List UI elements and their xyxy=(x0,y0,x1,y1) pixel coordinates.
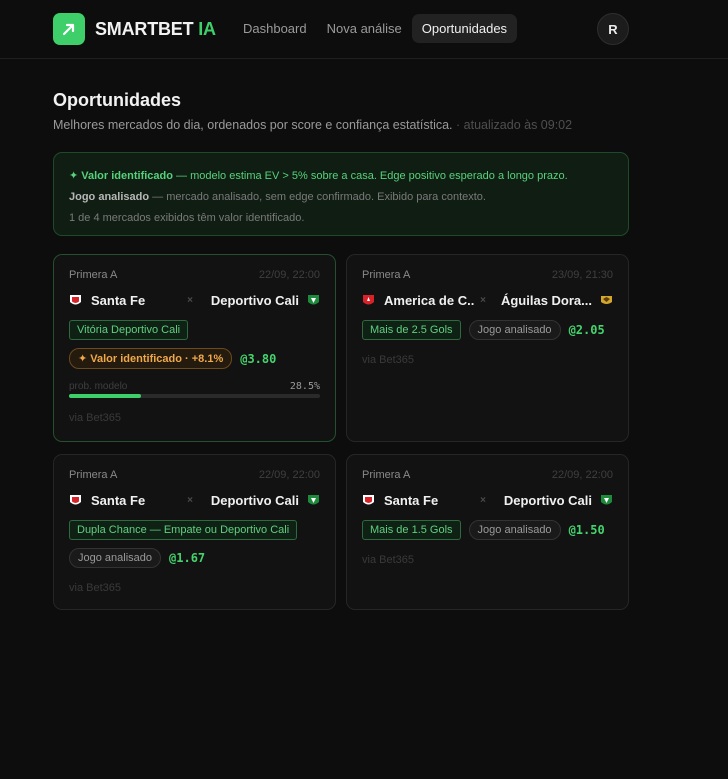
card-header: Primera A 22/09, 22:00 xyxy=(362,469,613,481)
odd-value: @3.80 xyxy=(240,351,277,366)
bookmaker-source: via Bet365 xyxy=(69,582,121,594)
match-date: 22/09, 22:00 xyxy=(258,269,320,281)
home-team: Santa Fe xyxy=(69,293,181,308)
santa-fe-crest-icon xyxy=(70,495,81,505)
info-value-text: — modelo estima EV > 5% sobre a casa. Ed… xyxy=(172,170,568,182)
nav-dashboard[interactable]: Dashboard xyxy=(233,14,317,43)
nav-nova-analise[interactable]: Nova análise xyxy=(317,14,412,43)
home-team-name: Santa Fe xyxy=(91,293,146,308)
analysed-badge: Jogo analisado xyxy=(69,548,162,568)
page-title: Oportunidades xyxy=(53,90,182,110)
analysed-badge: Jogo analisado xyxy=(468,520,561,540)
vs-separator: × xyxy=(480,495,486,506)
probability-row: prob. modelo 28.5% xyxy=(69,381,320,392)
analysed-badge: Jogo analisado xyxy=(468,320,561,340)
home-team: America de C... xyxy=(362,293,474,308)
market-tag: Mais de 2.5 Gols xyxy=(362,320,461,340)
match-date: 22/09, 22:00 xyxy=(551,469,613,481)
main-nav: Dashboard Nova análise Oportunidades xyxy=(233,14,518,43)
opportunity-card[interactable]: Primera A 22/09, 22:00 Santa Fe × Deport… xyxy=(346,454,629,610)
away-team-name: Águilas Dora... xyxy=(500,293,592,308)
home-team-name: America de C... xyxy=(384,293,474,308)
teams-row: Santa Fe × Deportivo Cali xyxy=(69,493,320,508)
vs-separator: × xyxy=(187,295,193,306)
top-bar: SMARTBET IA Dashboard Nova análise Oport… xyxy=(0,0,728,59)
card-header: Primera A 22/09, 22:00 xyxy=(69,469,320,481)
updated-time: · atualizado às 09:02 xyxy=(456,118,573,132)
card-header: Primera A 23/09, 21:30 xyxy=(362,269,613,281)
prob-label: prob. modelo xyxy=(69,381,128,392)
deportivo-cali-crest-icon xyxy=(308,295,319,305)
deportivo-cali-crest-icon xyxy=(601,495,612,505)
brand-main: SMARTBET xyxy=(95,19,194,39)
probability-bar xyxy=(69,394,320,398)
bookmaker-source: via Bet365 xyxy=(69,412,121,424)
avatar[interactable]: R xyxy=(597,13,629,45)
info-analysed-text: — mercado analisado, sem edge confirmado… xyxy=(149,191,486,203)
value-row: ✦ Valor identificado · +8.1% @3.80 xyxy=(69,348,320,369)
santa-fe-crest-icon xyxy=(70,295,81,305)
america-de-cali-crest-icon xyxy=(363,295,374,305)
opportunity-card[interactable]: Primera A 22/09, 22:00 Santa Fe × Deport… xyxy=(53,454,336,610)
away-team: Deportivo Cali xyxy=(199,493,320,508)
vs-separator: × xyxy=(187,495,193,506)
value-badge: ✦ Valor identificado · +8.1% xyxy=(69,348,233,369)
prob-percent: 28.5% xyxy=(289,381,320,392)
market-tag: Dupla Chance — Empate ou Deportivo Cali xyxy=(69,520,298,540)
bookmaker-source: via Bet365 xyxy=(362,354,414,366)
odd-value: @2.05 xyxy=(568,323,605,337)
away-team-name: Deportivo Cali xyxy=(210,493,299,508)
home-team-name: Santa Fe xyxy=(384,493,439,508)
home-team-name: Santa Fe xyxy=(91,493,146,508)
teams-row: America de C... × Águilas Dora... xyxy=(362,293,613,308)
market-row: Mais de 2.5 Gols Jogo analisado @2.05 xyxy=(362,320,613,340)
match-date: 22/09, 22:00 xyxy=(258,469,320,481)
santa-fe-crest-icon xyxy=(363,495,374,505)
bookmaker-source: via Bet365 xyxy=(362,554,414,566)
arrow-up-right-icon xyxy=(62,23,75,36)
league: Primera A xyxy=(69,269,118,281)
info-analysed-line: Jogo analisado — mercado analisado, sem … xyxy=(69,187,613,208)
status-row: Jogo analisado @1.67 xyxy=(69,548,320,568)
league: Primera A xyxy=(362,469,411,481)
home-team: Santa Fe xyxy=(69,493,181,508)
market-row: Dupla Chance — Empate ou Deportivo Cali xyxy=(69,520,320,540)
away-team: Águilas Dora... xyxy=(492,293,613,308)
info-summary: 1 de 4 mercados exibidos têm valor ident… xyxy=(69,212,305,224)
brand-name: SMARTBET IA xyxy=(95,19,216,40)
opportunity-card[interactable]: Primera A 23/09, 21:30 America de C... ×… xyxy=(346,254,629,442)
info-analysed-label: Jogo analisado xyxy=(69,191,150,203)
subtitle-text: Melhores mercados do dia, ordenados por … xyxy=(53,118,453,132)
odd-value: @1.50 xyxy=(568,523,605,537)
nav-oportunidades[interactable]: Oportunidades xyxy=(411,14,518,43)
market-tag: Vitória Deportivo Cali xyxy=(69,320,189,340)
league: Primera A xyxy=(69,469,118,481)
probability-bar-fill xyxy=(69,394,141,398)
odd-value: @1.67 xyxy=(169,551,206,565)
card-header: Primera A 22/09, 22:00 xyxy=(69,269,320,281)
vs-separator: × xyxy=(480,295,486,306)
brand-accent: IA xyxy=(198,19,216,39)
teams-row: Santa Fe × Deportivo Cali xyxy=(362,493,613,508)
page-subtitle: Melhores mercados do dia, ordenados por … xyxy=(53,118,572,132)
match-date: 23/09, 21:30 xyxy=(551,269,613,281)
home-team: Santa Fe xyxy=(362,493,474,508)
legend-info-box: ✦ Valor identificado — modelo estima EV … xyxy=(53,152,629,236)
away-team-name: Deportivo Cali xyxy=(503,493,592,508)
league: Primera A xyxy=(362,269,411,281)
away-team-name: Deportivo Cali xyxy=(210,293,299,308)
away-team: Deportivo Cali xyxy=(492,493,613,508)
market-row: Vitória Deportivo Cali xyxy=(69,320,320,340)
away-team: Deportivo Cali xyxy=(199,293,320,308)
opportunity-card[interactable]: Primera A 22/09, 22:00 Santa Fe × Deport… xyxy=(53,254,336,442)
teams-row: Santa Fe × Deportivo Cali xyxy=(69,293,320,308)
info-value-label: ✦ Valor identificado xyxy=(69,170,173,182)
info-value-line: ✦ Valor identificado — modelo estima EV … xyxy=(69,166,613,187)
market-row: Mais de 1.5 Gols Jogo analisado @1.50 xyxy=(362,520,613,540)
logo[interactable] xyxy=(53,13,85,45)
aguilas-doradas-crest-icon xyxy=(601,296,612,304)
deportivo-cali-crest-icon xyxy=(308,495,319,505)
market-tag: Mais de 1.5 Gols xyxy=(362,520,461,540)
